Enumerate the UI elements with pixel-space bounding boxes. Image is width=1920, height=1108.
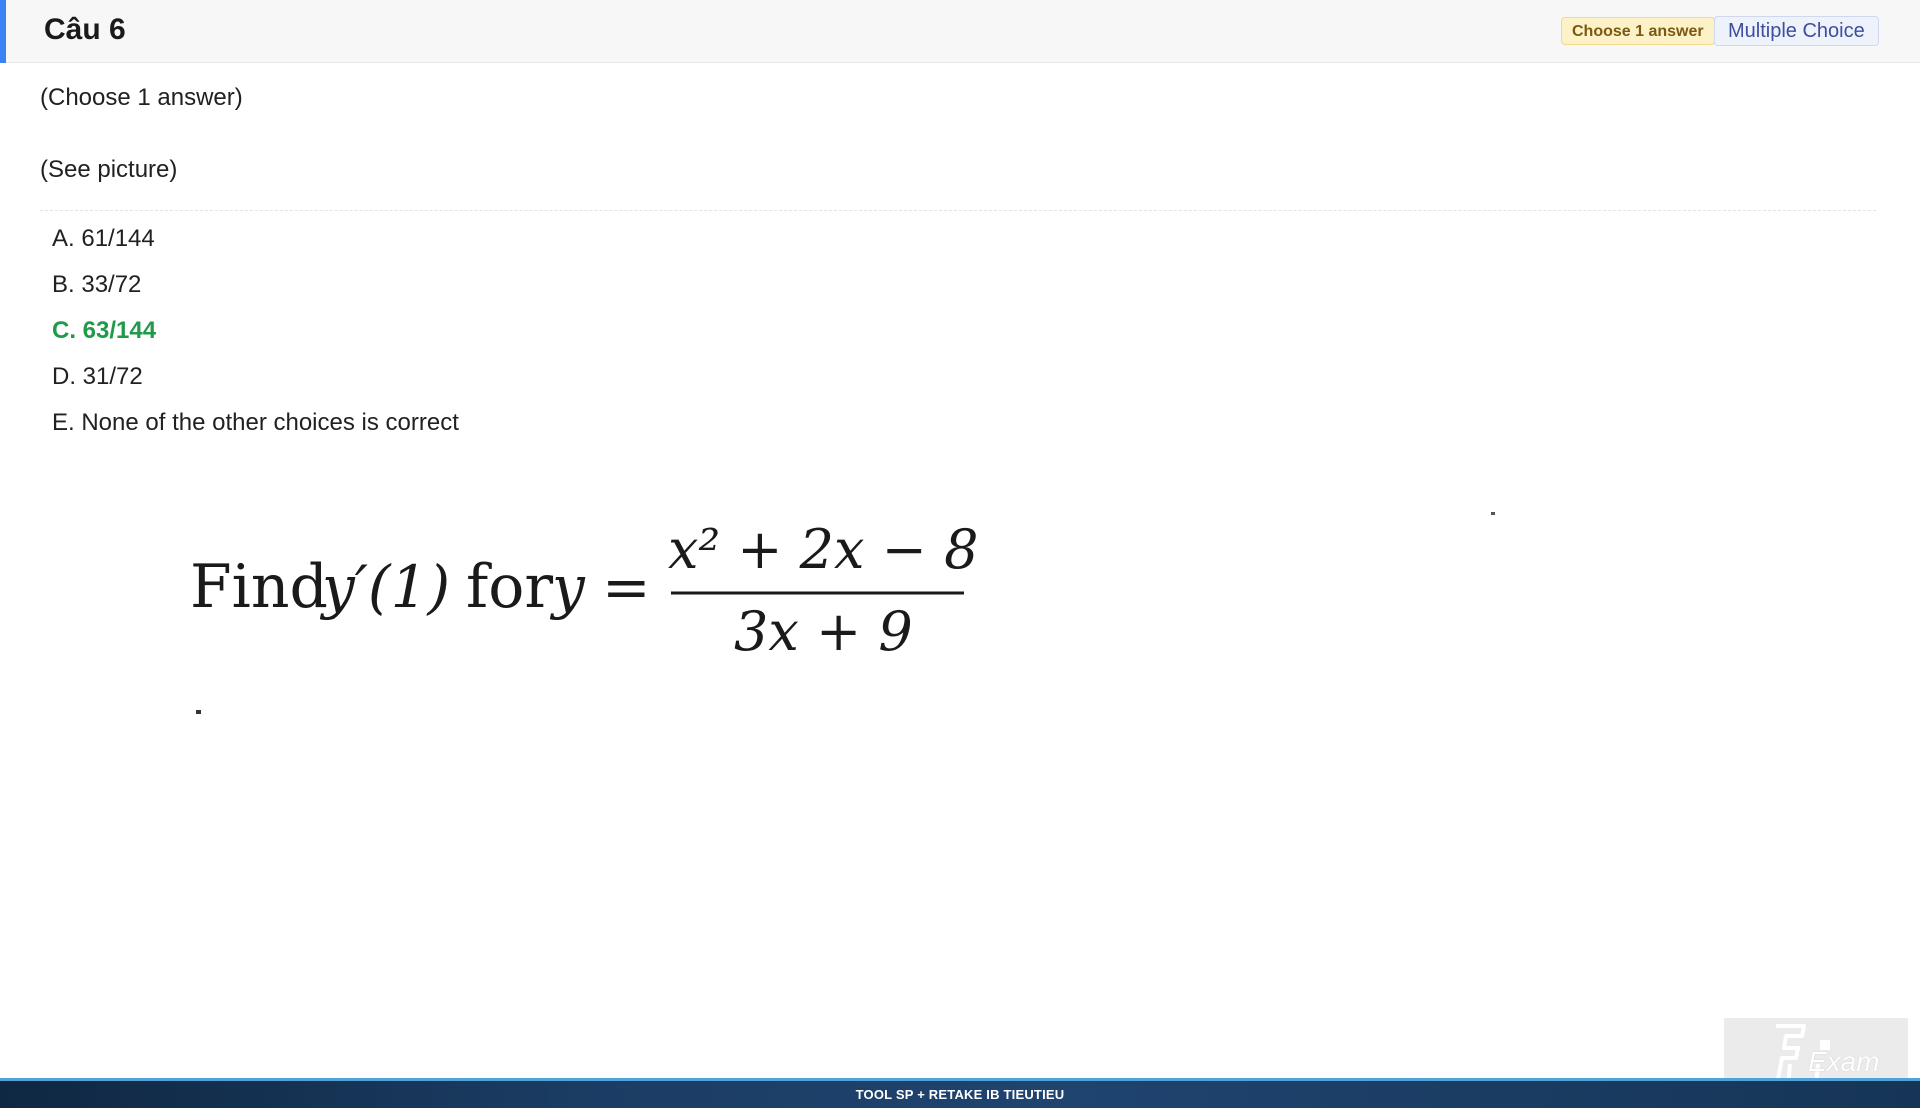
- footer-bar: TOOL SP + RETAKE IB TIEUTIEU: [0, 1078, 1920, 1108]
- header-accent-bar: [0, 0, 6, 63]
- picture-text-find: Find: [190, 552, 328, 622]
- question-header: Câu 6 Choose 1 answer Multiple Choice: [0, 0, 1920, 63]
- question-body: (See picture): [40, 156, 178, 183]
- picture-text-equals: =: [602, 553, 651, 621]
- logo-text: Exam: [1808, 1046, 1880, 1077]
- page: Câu 6 Choose 1 answer Multiple Choice (C…: [0, 0, 1920, 1108]
- answer-option-c[interactable]: C. 63/144: [52, 316, 459, 362]
- picture-text-y: y: [549, 553, 586, 621]
- question-title: Câu 6: [44, 13, 126, 46]
- answer-option-b[interactable]: B. 33/72: [52, 270, 459, 316]
- question-type-badge: Multiple Choice: [1714, 16, 1879, 46]
- stray-dot: [1491, 512, 1495, 515]
- question-picture: Find y′(1) for y = x² + 2x − 8 3x + 9: [190, 518, 978, 714]
- answer-option-d[interactable]: D. 31/72: [52, 362, 459, 408]
- picture-numerator: x² + 2x − 8: [668, 518, 978, 581]
- picture-period: [196, 710, 201, 714]
- choose-count-badge: Choose 1 answer: [1561, 17, 1715, 45]
- divider: [40, 210, 1876, 211]
- picture-text-derivative: y′(1): [319, 553, 450, 621]
- answer-option-e[interactable]: E. None of the other choices is correct: [52, 408, 459, 454]
- picture-denominator: 3x + 9: [734, 600, 913, 663]
- answer-option-a[interactable]: A. 61/144: [52, 224, 459, 270]
- footer-text: TOOL SP + RETAKE IB TIEUTIEU: [855, 1087, 1065, 1102]
- answer-list: A. 61/144 B. 33/72 C. 63/144 D. 31/72 E.…: [52, 224, 459, 454]
- picture-text-for: for: [466, 552, 553, 622]
- question-instruction: (Choose 1 answer): [40, 84, 243, 111]
